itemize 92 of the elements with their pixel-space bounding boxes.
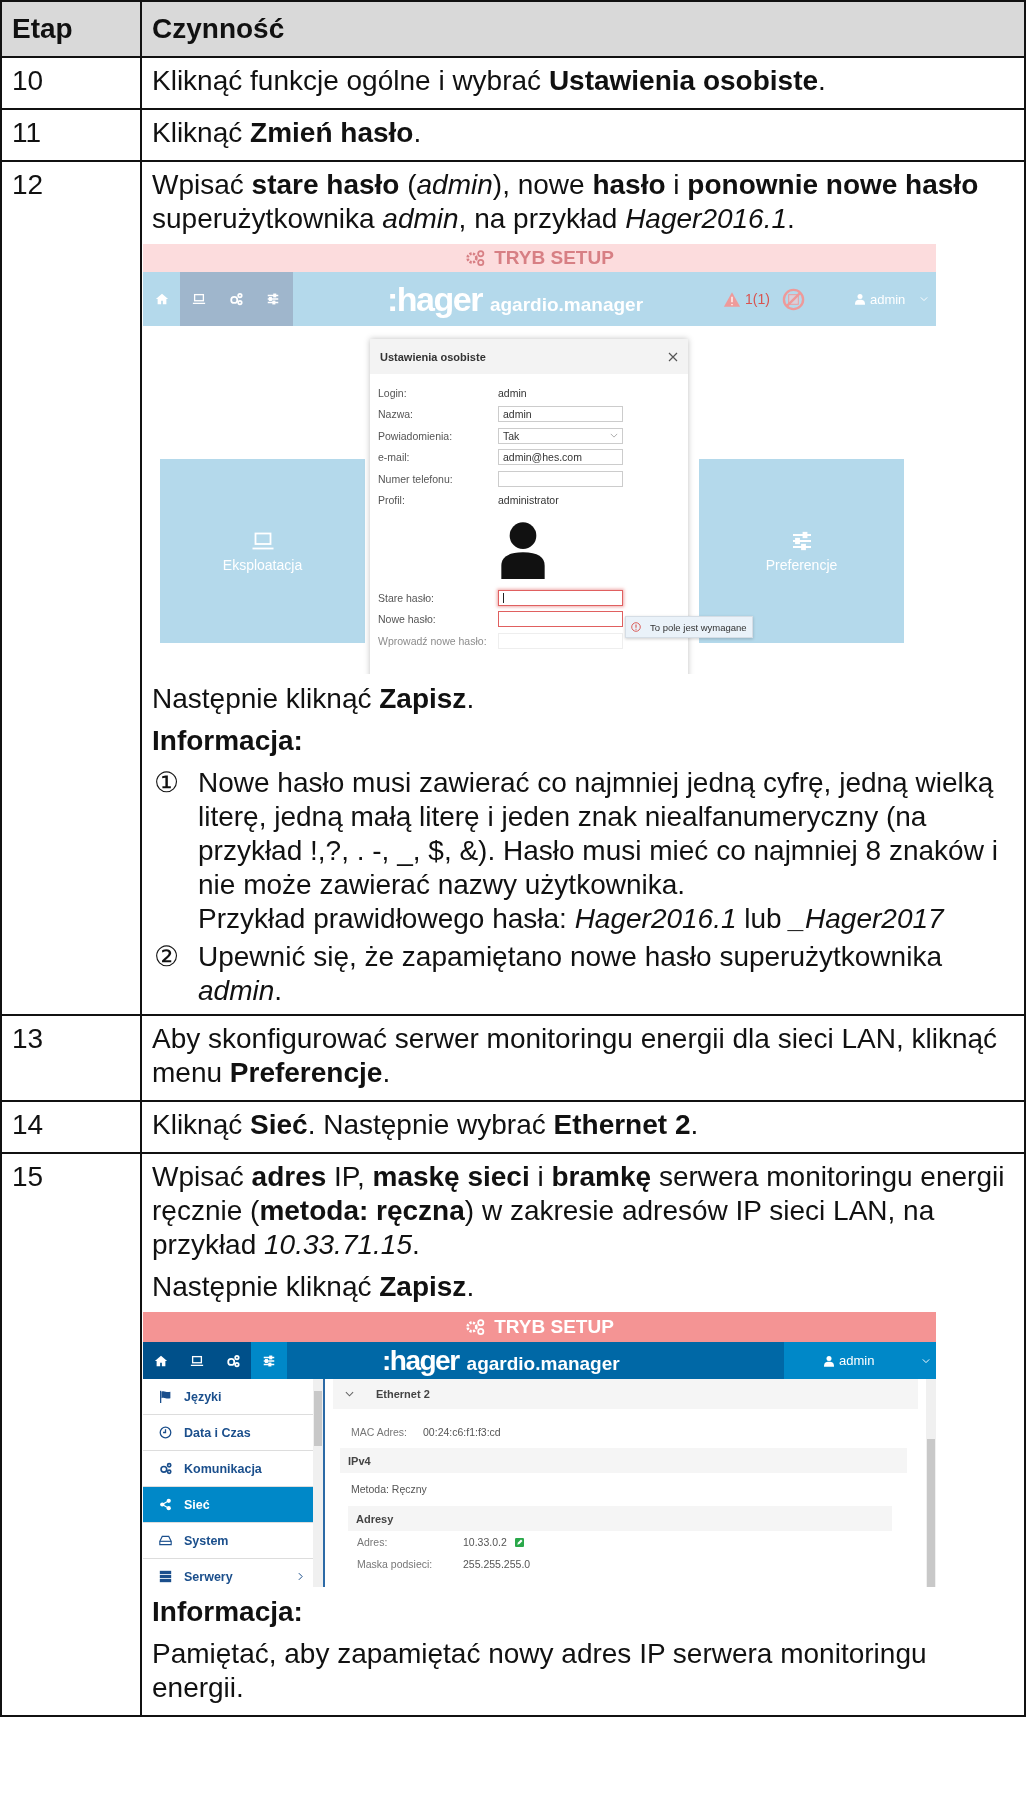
instruction-text: Aby skonfigurować serwer monitoringu energii dla sieci LAN, kliknąć menu Preferencje. xyxy=(152,1022,999,1090)
step-number: 14 xyxy=(1,1101,141,1153)
field-label: e-mail: xyxy=(378,451,411,464)
chevron-down-icon xyxy=(345,1391,354,1397)
section-header[interactable]: Ethernet 2 xyxy=(333,1379,918,1409)
field-label: Wprowadź nowe hasło: xyxy=(378,634,488,647)
product-name: agardio.manager xyxy=(489,293,644,316)
step-number: 10 xyxy=(1,57,141,109)
sliders-icon xyxy=(265,292,280,306)
field-label: Numer telefonu: xyxy=(378,472,454,485)
home-icon xyxy=(154,1353,168,1368)
instruction-text: Pamiętać, aby zapamiętać nowy adres IP serwera monitoringu energii. xyxy=(152,1637,928,1705)
input-field[interactable] xyxy=(498,470,623,487)
crossed-out-icon xyxy=(781,287,805,311)
clock-icon xyxy=(159,1426,172,1439)
sliders-icon xyxy=(262,1353,276,1368)
input-field[interactable] xyxy=(498,589,623,606)
field-label: Stare hasło: xyxy=(378,591,436,604)
group-header: IPv4 xyxy=(340,1448,907,1473)
share-icon xyxy=(159,1498,172,1511)
drive-icon xyxy=(159,1534,172,1547)
field-label: Maska podsieci: xyxy=(357,1558,434,1570)
settings-menu-item[interactable]: Sieć xyxy=(143,1487,313,1523)
instruction-text: Następnie kliknąć Zapisz. xyxy=(152,682,476,716)
field-label: Powiadomienia: xyxy=(378,429,454,442)
nav-tab[interactable] xyxy=(251,1342,287,1379)
warning-icon xyxy=(723,290,742,308)
instruction-text: Kliknąć funkcje ogólne i wybrać Ustawienia osobiste. xyxy=(152,64,827,98)
error-icon xyxy=(631,622,641,632)
user-icon xyxy=(824,1354,834,1367)
field-label: Login: xyxy=(378,386,408,399)
chevron-right-icon xyxy=(298,1572,303,1581)
instruction-text: Wpisać adres IP, maskę sieci i bramkę serwera monitoringu energii ręcznie (metoda: ręczna) w zakresie adresów IP sieci LAN, na przykład 10.33.71.15. xyxy=(152,1160,1006,1262)
laptop-icon xyxy=(190,1353,204,1368)
column-header: Czynność xyxy=(141,1,1025,57)
instruction-text: Wpisać stare hasło (admin), nowe hasło i ponownie nowe hasło superużytkownika admin, na przykład Hager2016.1. xyxy=(152,168,980,236)
note-text: Nowe hasło musi zawierać co najmniej jedną cyfrę, jedną wielką literę, jedną małą literę i jeden znak niealfanumeryczny (na przykład !,?, . -, _, $, &). Hasło musi mieć co najmniej 8 znaków i nie może zawierać nazwy użytkownika. xyxy=(198,766,999,902)
dropdown-field[interactable]: Tak xyxy=(498,427,623,444)
caret-icon xyxy=(922,1357,930,1364)
circled-number: ① xyxy=(153,766,180,800)
field-label: Nazwa: xyxy=(378,408,414,421)
circled-number: ② xyxy=(153,940,180,974)
flag-icon xyxy=(159,1390,172,1403)
scrollbar[interactable] xyxy=(313,1379,325,1587)
user-icon xyxy=(854,293,865,305)
step-number: 13 xyxy=(1,1015,141,1101)
input-field[interactable]: admin xyxy=(498,406,623,423)
field-label: MAC Adres: xyxy=(351,1426,408,1438)
gears-icon xyxy=(465,1318,487,1336)
banner-text: TRYB SETUP xyxy=(494,247,614,269)
note-heading: Informacja: xyxy=(152,724,304,758)
field-value: admin xyxy=(498,386,527,399)
input-field[interactable] xyxy=(498,611,623,628)
home-icon xyxy=(154,292,169,306)
step-number: 12 xyxy=(1,161,141,1015)
caret-icon xyxy=(610,433,618,439)
field-label: Adres: xyxy=(357,1536,389,1548)
alarm-count: 1(1) xyxy=(745,291,770,307)
note-text: Upewnić się, że zapamiętano nowe hasło superużytkownika admin. xyxy=(198,940,943,1008)
brand-logo: :hager xyxy=(382,1344,459,1377)
field-value: 10.33.0.2 xyxy=(463,1536,507,1548)
instruction-text: Kliknąć Sieć. Następnie wybrać Ethernet 2. xyxy=(152,1108,700,1142)
gears-icon xyxy=(228,292,243,306)
step-number: 11 xyxy=(1,109,141,161)
instruction-text: Następnie kliknąć Zapisz. xyxy=(152,1270,476,1304)
field-value: 255.255.255.0 xyxy=(463,1558,531,1570)
note-text: Przykład prawidłowego hasła: Hager2016.1 lub _Hager2017 xyxy=(198,902,946,936)
gears-icon xyxy=(226,1353,240,1368)
laptop-icon xyxy=(191,292,206,306)
column-header: Etap xyxy=(1,1,141,57)
input-field[interactable]: admin@hes.com xyxy=(498,449,623,466)
gears-icon xyxy=(465,249,487,267)
instruction-text: Kliknąć Zmień hasło. xyxy=(152,116,423,150)
group-header: Adresy xyxy=(348,1506,892,1531)
brand-logo: :hager xyxy=(387,279,482,319)
dialog-title: Ustawienia osobiste xyxy=(380,350,486,363)
product-name: agardio.manager xyxy=(466,1352,620,1375)
banner-text: TRYB SETUP xyxy=(494,1316,614,1338)
field-label: Profil: xyxy=(378,494,406,507)
server-icon xyxy=(159,1570,172,1583)
field-value: administrator xyxy=(498,494,559,507)
field-value: 00:24:c6:f1:f3:cd xyxy=(423,1426,501,1438)
user-name: admin xyxy=(869,291,906,307)
step-number: 15 xyxy=(1,1153,141,1716)
field-label: Nowe hasło: xyxy=(378,613,437,626)
method-text: Metoda: Ręczny xyxy=(350,1482,428,1497)
gears-icon xyxy=(159,1462,172,1475)
scrollbar[interactable] xyxy=(926,1379,936,1587)
note-heading: Informacja: xyxy=(152,1595,304,1629)
user-menu[interactable]: admin xyxy=(784,1342,936,1379)
edit-icon[interactable] xyxy=(514,1537,524,1547)
close-icon[interactable] xyxy=(668,351,678,362)
